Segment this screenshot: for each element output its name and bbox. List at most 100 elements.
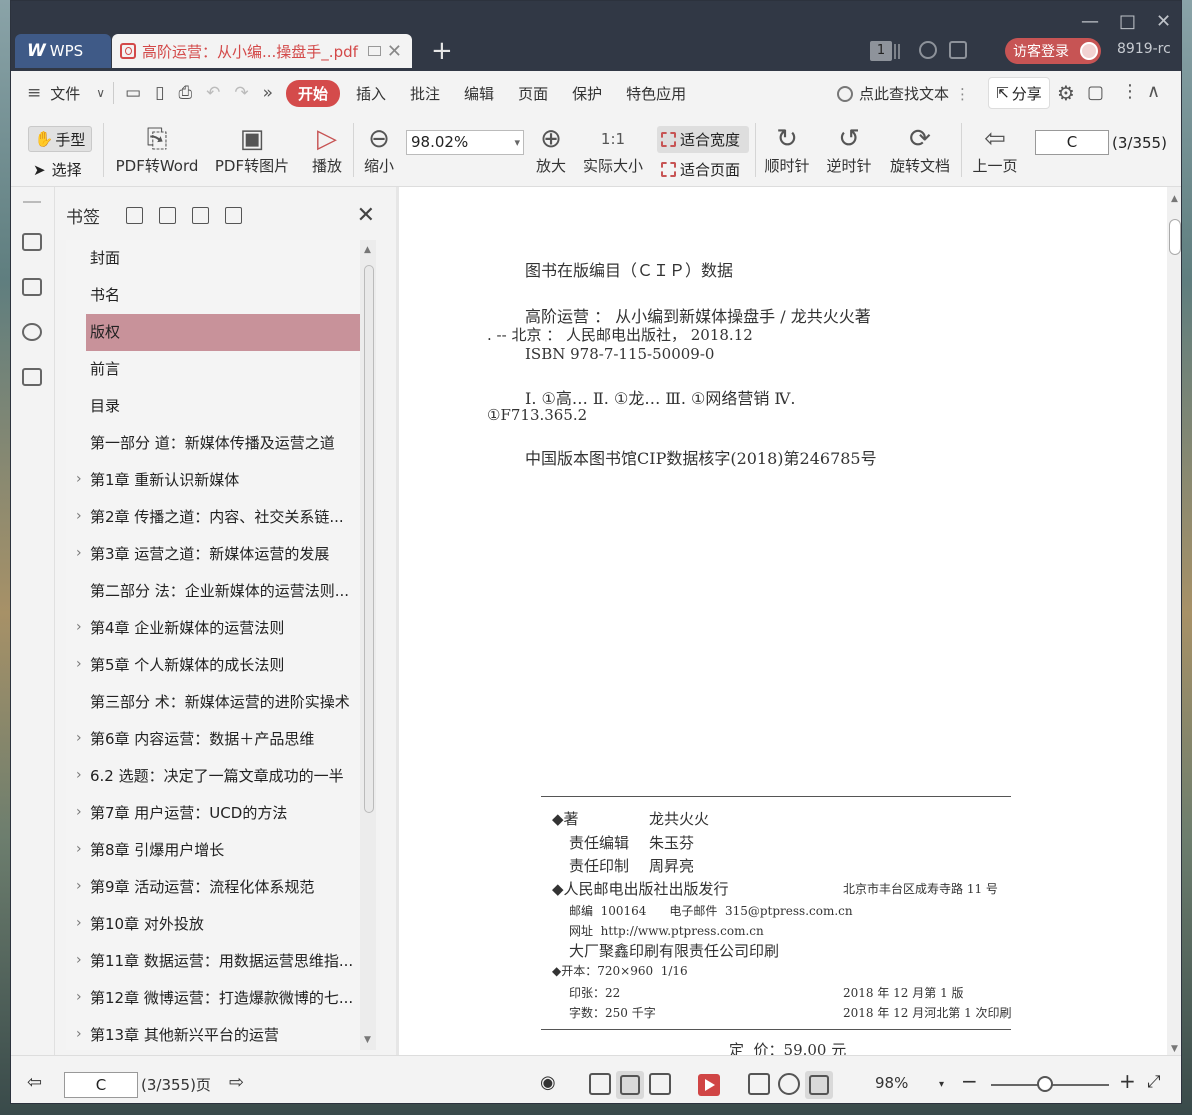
rotate-document-button[interactable]: ⟳ 旋转文档 bbox=[888, 123, 952, 176]
comment-icon[interactable]: ▢ bbox=[1087, 82, 1104, 103]
slideshow-play-icon[interactable] bbox=[698, 1074, 720, 1096]
bookmark-item[interactable]: 书名 bbox=[66, 277, 366, 314]
bookmark-item[interactable]: 第10章 对外投放 bbox=[66, 906, 366, 943]
status-zoom-value[interactable]: 98% bbox=[875, 1074, 908, 1092]
tab-list-icon[interactable] bbox=[894, 44, 900, 59]
undo-icon[interactable]: ↶ bbox=[199, 83, 227, 103]
find-text-button[interactable]: 点此查找文本 ⋮ bbox=[837, 83, 970, 104]
bookmark-item[interactable]: 前言 bbox=[66, 351, 366, 388]
scroll-up-icon[interactable]: ▲ bbox=[364, 245, 371, 255]
chevron-down-icon[interactable]: ∨ bbox=[92, 86, 109, 100]
bookmark-item[interactable]: 第二部分 法：企业新媒体的运营法则... bbox=[66, 573, 366, 610]
fit-page-status-icon[interactable] bbox=[778, 1073, 800, 1095]
tab-wps[interactable]: W WPS bbox=[15, 34, 111, 68]
bookmark-item[interactable]: 第7章 用户运营：UCD的方法 bbox=[66, 795, 366, 832]
save-icon[interactable]: ▯ bbox=[148, 83, 171, 103]
hamburger-icon[interactable]: ≡ bbox=[11, 83, 48, 103]
menu-protect[interactable]: 保护 bbox=[560, 83, 614, 104]
bookmark-item[interactable]: 第5章 个人新媒体的成长法则 bbox=[66, 647, 366, 684]
menu-annotate[interactable]: 批注 bbox=[398, 83, 452, 104]
print-icon[interactable]: ⎙ bbox=[171, 83, 199, 103]
bookmark-scroll-thumb[interactable] bbox=[364, 265, 374, 813]
bookmark-item[interactable]: 第三部分 术：新媒体运营的进阶实操术 bbox=[66, 684, 366, 721]
bookmark-item[interactable]: 第3章 运营之道：新媒体运营的发展 bbox=[66, 536, 366, 573]
bookmark-item[interactable]: 第8章 引爆用户增长 bbox=[66, 832, 366, 869]
rotate-counterclockwise-button[interactable]: ↺ 逆时针 bbox=[825, 123, 873, 176]
bookmark-item[interactable]: 6.2 选题：决定了一篇文章成功的一半 bbox=[66, 758, 366, 795]
bookmark-item[interactable]: 第一部分 道：新媒体传播及运营之道 bbox=[66, 425, 366, 462]
previous-page-icon[interactable]: ⇦ bbox=[27, 1072, 42, 1093]
attachment-icon[interactable] bbox=[22, 368, 42, 386]
pdf-to-word-button[interactable]: ⎘ PDF转Word bbox=[111, 123, 203, 176]
page-number-input[interactable]: C bbox=[1035, 130, 1109, 155]
bookmark-item[interactable]: 第6章 内容运营：数据＋产品思维 bbox=[66, 721, 366, 758]
bookmark-item[interactable]: 第12章 微博运营：打造爆款微博的七... bbox=[66, 980, 366, 1017]
document-scroll-thumb[interactable] bbox=[1169, 219, 1181, 255]
bookmark-item[interactable]: 第2章 传播之道：内容、社交关系链... bbox=[66, 499, 366, 536]
zoom-slider-knob[interactable] bbox=[1037, 1076, 1053, 1092]
tab-close-icon[interactable]: ✕ bbox=[387, 41, 402, 62]
thumbnail-icon[interactable] bbox=[22, 278, 42, 296]
cloud-sync-icon[interactable] bbox=[919, 41, 937, 59]
collapse-ribbon-icon[interactable]: ∧ bbox=[1147, 81, 1160, 102]
bookmark-item[interactable]: 第4章 企业新媒体的运营法则 bbox=[66, 610, 366, 647]
menu-features[interactable]: 特色应用 bbox=[614, 83, 698, 104]
expand-all-icon[interactable] bbox=[126, 206, 143, 224]
tab-pdf-document[interactable]: 高阶运营：从小编...操盘手_.pdf ✕ bbox=[112, 34, 412, 68]
more-icon[interactable]: » bbox=[256, 83, 280, 103]
pdf-to-image-button[interactable]: ▣ PDF转图片 bbox=[214, 123, 290, 176]
close-window-button[interactable]: ✕ bbox=[1156, 11, 1171, 32]
monitor-icon[interactable] bbox=[367, 46, 381, 56]
annotation-icon[interactable] bbox=[22, 323, 42, 341]
scroll-up-icon[interactable]: ▲ bbox=[1171, 194, 1178, 204]
share-button[interactable]: ⇱ 分享 bbox=[988, 77, 1050, 109]
rotate-clockwise-button[interactable]: ↻ 顺时针 bbox=[763, 123, 811, 176]
actual-size-button[interactable]: 1:1 实际大小 bbox=[581, 123, 645, 176]
actual-size-status-icon[interactable] bbox=[748, 1073, 770, 1095]
bookmark-item[interactable]: 封面 bbox=[66, 240, 366, 277]
menu-page[interactable]: 页面 bbox=[506, 83, 560, 104]
next-page-icon[interactable]: ⇨ bbox=[229, 1072, 244, 1093]
bookmark-item[interactable]: 第13章 其他新兴平台的运营 bbox=[66, 1017, 366, 1050]
scroll-down-icon[interactable]: ▼ bbox=[1171, 1044, 1178, 1054]
menu-edit[interactable]: 编辑 bbox=[452, 83, 506, 104]
zoom-out-button[interactable]: ⊖ 缩小 bbox=[359, 123, 399, 176]
more-options-icon[interactable]: ⋮ bbox=[1121, 81, 1139, 102]
eye-protection-icon[interactable]: ◉ bbox=[540, 1072, 556, 1093]
zoom-dropdown-icon[interactable]: ▾ bbox=[939, 1079, 944, 1090]
bookmark-item[interactable]: 第9章 活动运营：流程化体系规范 bbox=[66, 869, 366, 906]
bookmark-item[interactable]: 第1章 重新认识新媒体 bbox=[66, 462, 366, 499]
hand-tool-button[interactable]: ✋ 手型 bbox=[28, 126, 92, 152]
bookmark-settings-icon[interactable] bbox=[225, 206, 242, 224]
redo-icon[interactable]: ↷ bbox=[227, 83, 255, 103]
minimize-button[interactable]: — bbox=[1081, 11, 1099, 32]
fit-width-button[interactable]: 适合宽度 bbox=[657, 126, 749, 153]
settings-gear-icon[interactable]: ⚙ bbox=[1057, 81, 1075, 105]
zoom-minus-icon[interactable]: − bbox=[961, 1069, 978, 1093]
collapse-all-icon[interactable] bbox=[159, 206, 176, 224]
open-folder-icon[interactable]: ▭ bbox=[118, 83, 148, 103]
fit-page-button[interactable]: 适合页面 bbox=[661, 159, 740, 180]
select-tool-button[interactable]: ➤ 选择 bbox=[33, 159, 82, 180]
close-panel-icon[interactable]: ✕ bbox=[357, 203, 375, 228]
scroll-down-icon[interactable]: ▼ bbox=[364, 1035, 371, 1045]
double-page-icon[interactable] bbox=[649, 1073, 671, 1095]
window-count-badge[interactable]: 1 bbox=[870, 41, 892, 61]
zoom-in-button[interactable]: ⊕ 放大 bbox=[531, 123, 571, 176]
status-page-input[interactable]: C bbox=[64, 1072, 138, 1098]
menu-insert[interactable]: 插入 bbox=[344, 83, 398, 104]
add-tab-button[interactable]: + bbox=[431, 37, 453, 65]
menu-start[interactable]: 开始 bbox=[286, 79, 341, 107]
add-bookmark-icon[interactable] bbox=[192, 206, 209, 224]
bookmark-item[interactable]: 第11章 数据运营：用数据运营思维指... bbox=[66, 943, 366, 980]
file-menu[interactable]: 文件 bbox=[48, 83, 92, 104]
fullscreen-icon[interactable]: ⤢ bbox=[1147, 1072, 1161, 1092]
zoom-select[interactable]: 98.02% bbox=[406, 130, 524, 155]
bookmark-item[interactable]: 目录 bbox=[66, 388, 366, 425]
zoom-plus-icon[interactable]: + bbox=[1119, 1069, 1136, 1093]
document-scrollbar[interactable] bbox=[1167, 187, 1181, 1055]
maximize-button[interactable]: □ bbox=[1119, 11, 1136, 32]
more-vertical-icon[interactable]: ⋮ bbox=[955, 85, 970, 103]
bookmark-list-icon[interactable] bbox=[22, 233, 42, 251]
skin-icon[interactable] bbox=[949, 41, 967, 59]
